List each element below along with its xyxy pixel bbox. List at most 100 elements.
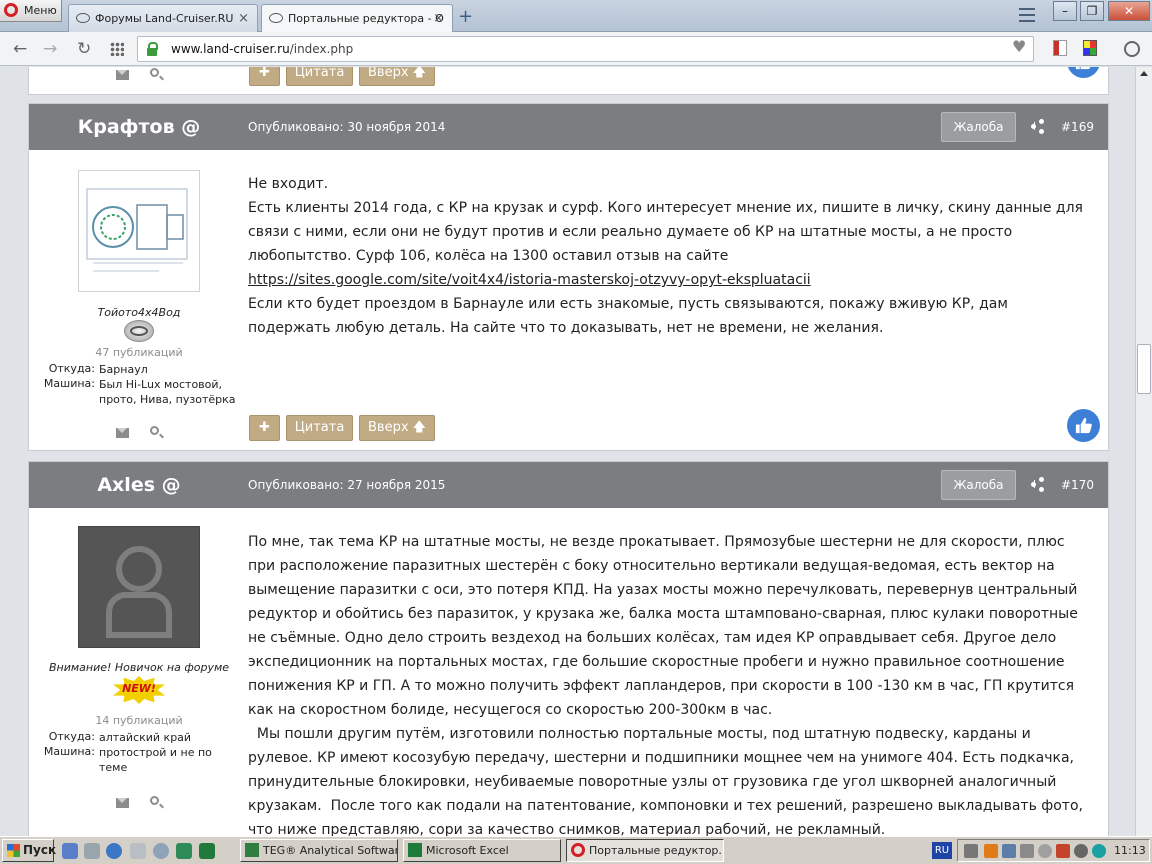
quote-button[interactable]: Цитата bbox=[286, 415, 353, 441]
new-badge-text: NEW! bbox=[122, 682, 156, 695]
tray-keyboard-icon[interactable] bbox=[964, 844, 978, 858]
quicklaunch-ie-icon[interactable] bbox=[106, 843, 122, 859]
quicklaunch-drive-icon[interactable] bbox=[84, 843, 100, 859]
opera-logo-icon bbox=[4, 3, 18, 17]
mail-icon[interactable] bbox=[116, 70, 129, 80]
plus-button[interactable]: ✚ bbox=[249, 67, 280, 86]
report-button[interactable]: Жалоба bbox=[941, 470, 1016, 500]
taskbar-item-opera[interactable]: Портальные редуктор... bbox=[566, 839, 724, 862]
post-content: По мне, так тема КР на штатные мосты, не… bbox=[248, 530, 1093, 836]
mail-icon[interactable] bbox=[116, 798, 129, 808]
extension-colorful-icon[interactable] bbox=[1083, 40, 1097, 56]
page-scrollbar[interactable] bbox=[1135, 67, 1152, 836]
extension-bookmark-icon[interactable] bbox=[1053, 40, 1067, 56]
car-value: протострой и не по теме bbox=[99, 746, 212, 774]
new-tab-icon[interactable]: + bbox=[458, 6, 473, 27]
like-button[interactable] bbox=[1067, 409, 1100, 442]
default-avatar-icon bbox=[106, 546, 172, 638]
start-button[interactable]: Пуск bbox=[2, 839, 56, 862]
scroll-up-arrow-icon[interactable] bbox=[1140, 71, 1148, 76]
language-indicator[interactable]: RU bbox=[932, 842, 952, 859]
quicklaunch-user-icon[interactable] bbox=[153, 843, 169, 859]
like-button[interactable] bbox=[1067, 67, 1100, 78]
back-arrow-icon[interactable]: ← bbox=[13, 39, 27, 59]
car-value: Был Hi-Lux мостовой, прото, Нива, пузотё… bbox=[99, 378, 236, 406]
post-number[interactable]: #170 bbox=[1061, 478, 1094, 492]
tray-e-icon[interactable] bbox=[1092, 844, 1106, 858]
task-label: Microsoft Excel bbox=[426, 844, 509, 857]
car-label: Машина: bbox=[43, 377, 95, 390]
speed-dial-grid-icon[interactable] bbox=[110, 42, 124, 56]
scroll-up-button[interactable]: Вверх 🡅 bbox=[359, 67, 435, 86]
address-url: www.land-cruiser.ru/index.php bbox=[171, 42, 353, 56]
quicklaunch-app-icon[interactable] bbox=[62, 843, 78, 859]
tab-forums[interactable]: Форумы Land-Cruiser.RU × bbox=[68, 4, 258, 32]
bookmark-heart-icon[interactable]: ♥ bbox=[1012, 37, 1026, 56]
teg-app-icon bbox=[245, 843, 259, 857]
mail-icon[interactable] bbox=[116, 428, 129, 438]
tab-portal-reducers[interactable]: Портальные редуктора - О × bbox=[261, 4, 453, 32]
close-tab-icon[interactable]: × bbox=[433, 11, 444, 26]
thumbs-up-icon bbox=[1075, 67, 1091, 70]
location-label: Откуда: bbox=[48, 362, 95, 375]
post-link[interactable]: https://sites.google.com/site/voit4x4/is… bbox=[248, 272, 811, 288]
tray-app-icon[interactable] bbox=[1038, 844, 1052, 858]
tray-network-icon[interactable] bbox=[1002, 844, 1016, 858]
post-paragraph: По мне, так тема КР на штатные мосты, не… bbox=[248, 534, 1078, 718]
new-badge-icon: NEW! bbox=[113, 676, 165, 704]
taskbar-item-excel[interactable]: Microsoft Excel bbox=[403, 839, 561, 862]
search-icon[interactable] bbox=[150, 68, 159, 77]
quicklaunch-tool-icon[interactable] bbox=[130, 843, 146, 859]
post-author[interactable]: Крафтов @ bbox=[29, 116, 249, 138]
post-header: Axles @ Опубликовано: 27 ноября 2015 Жал… bbox=[29, 462, 1108, 508]
tray-shield-icon[interactable] bbox=[1056, 844, 1070, 858]
scroll-up-button[interactable]: Вверх 🡅 bbox=[359, 415, 435, 441]
tray-volume-icon[interactable] bbox=[1020, 844, 1034, 858]
quicklaunch-green-icon[interactable] bbox=[199, 843, 215, 859]
report-button[interactable]: Жалоба bbox=[941, 112, 1016, 142]
quicklaunch-ra-icon[interactable] bbox=[176, 843, 192, 859]
download-icon[interactable] bbox=[1124, 41, 1140, 57]
reload-icon[interactable]: ↻ bbox=[77, 39, 91, 59]
tab-title: Портальные редуктора - О bbox=[288, 12, 444, 25]
post-number[interactable]: #169 bbox=[1061, 120, 1094, 134]
url-host: www.land-cruiser.ru bbox=[171, 42, 290, 56]
post-count[interactable]: 47 публикаций bbox=[29, 346, 249, 359]
search-icon[interactable] bbox=[150, 796, 159, 805]
user-title: Тойото4х4Вод bbox=[97, 306, 181, 319]
post-date: Опубликовано: 30 ноября 2014 bbox=[248, 120, 446, 134]
address-bar[interactable]: www.land-cruiser.ru/index.php bbox=[137, 36, 1034, 62]
share-icon[interactable] bbox=[1031, 477, 1045, 492]
close-window-button[interactable]: ✕ bbox=[1108, 1, 1150, 21]
tray-gear-icon[interactable] bbox=[1074, 844, 1088, 858]
plus-button[interactable]: ✚ bbox=[249, 415, 280, 441]
post-date: Опубликовано: 27 ноября 2015 bbox=[248, 478, 446, 492]
location-label: Откуда: bbox=[48, 730, 95, 743]
location-value: алтайский край bbox=[99, 731, 192, 744]
task-label: Портальные редуктор... bbox=[589, 844, 724, 857]
system-clock[interactable]: 11:13 bbox=[1114, 844, 1146, 857]
system-tray: 11:13 bbox=[957, 839, 1150, 862]
quote-button[interactable]: Цитата bbox=[286, 67, 353, 86]
previous-post-fragment: ✚ Цитата Вверх 🡅 bbox=[28, 67, 1109, 95]
location-value: Барнаул bbox=[99, 363, 148, 376]
forum-page: ✚ Цитата Вверх 🡅 Крафтов @ Опубликовано:… bbox=[0, 67, 1135, 836]
scrollbar-thumb[interactable] bbox=[1137, 344, 1151, 394]
avatar[interactable] bbox=[78, 170, 200, 292]
browser-menu-button[interactable]: Меню bbox=[0, 0, 62, 22]
browser-tab-bar: Меню Форумы Land-Cruiser.RU × Портальные… bbox=[0, 0, 1152, 32]
post-count[interactable]: 14 публикаций bbox=[29, 714, 249, 727]
car-label: Машина: bbox=[43, 745, 95, 758]
close-tab-icon[interactable]: × bbox=[238, 11, 249, 26]
avatar[interactable] bbox=[78, 526, 200, 648]
forward-arrow-icon[interactable]: → bbox=[43, 39, 57, 59]
maximize-window-button[interactable]: ❐ bbox=[1080, 1, 1104, 21]
minimize-window-button[interactable]: – bbox=[1053, 1, 1077, 21]
search-icon[interactable] bbox=[150, 426, 159, 435]
tab-menu-icon[interactable] bbox=[1019, 8, 1035, 22]
share-icon[interactable] bbox=[1031, 119, 1045, 134]
toyota-favicon-icon bbox=[76, 13, 90, 23]
post-author[interactable]: Axles @ bbox=[29, 474, 249, 496]
tray-orange-icon[interactable] bbox=[984, 844, 998, 858]
taskbar-item-teg[interactable]: TEG® Analytical Softwar... bbox=[240, 839, 398, 862]
